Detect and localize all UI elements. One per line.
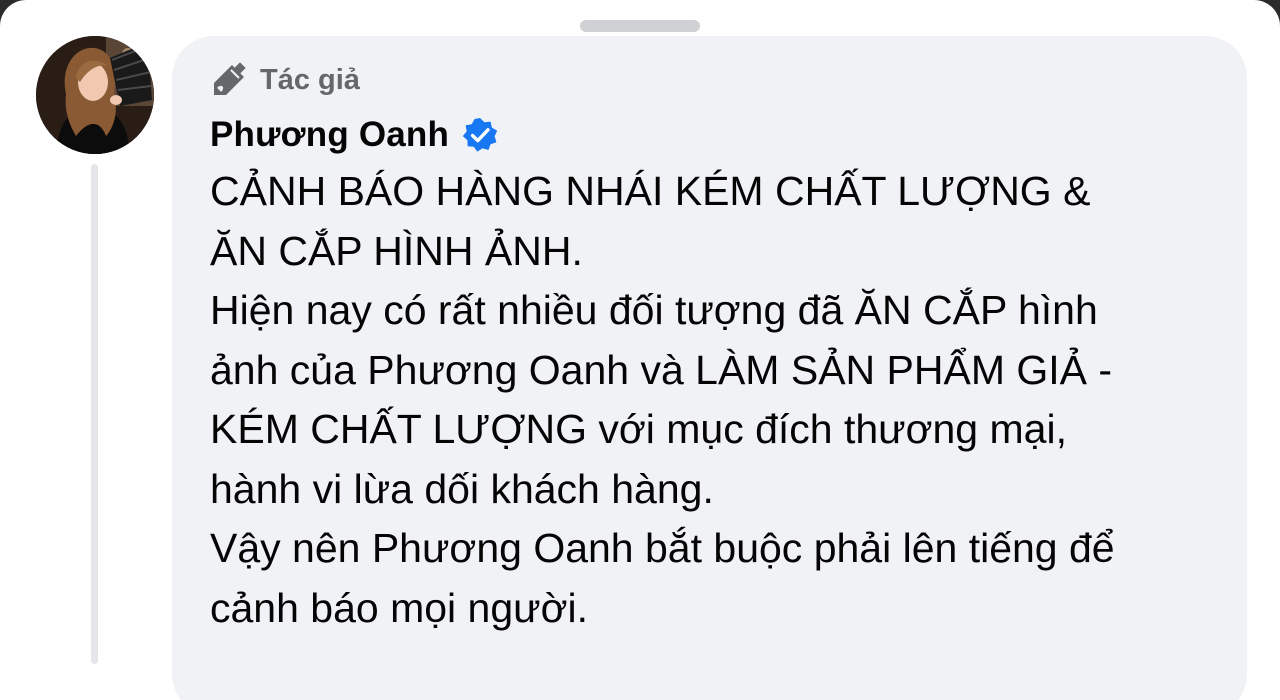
comment-text-line: Hiện nay có rất nhiều đối tượng đã ĂN CẮ… [210, 287, 1098, 333]
pen-icon [214, 62, 246, 95]
verified-badge-icon [462, 118, 498, 152]
thread-line [91, 164, 98, 664]
comment-text-line: KÉM CHẤT LƯỢNG với mục đích thương mại, [210, 406, 1067, 452]
comment-text-line: cảnh báo mọi người. [210, 584, 588, 631]
comment-text-line: Vậy nên Phương Oanh bắt buộc phải lên ti… [210, 525, 1115, 571]
author-name[interactable]: Phương Oanh [210, 115, 449, 155]
author-badge: Tác giả [210, 60, 360, 100]
comment-text-line: ĂN CẮP HÌNH ẢNH. [210, 227, 583, 274]
comment-text-line: hành vi lừa dối khách hàng. [210, 465, 714, 512]
comment-text: CẢNH BÁO HÀNG NHÁI KÉM CHẤT LƯỢNG & ĂN C… [210, 162, 1230, 638]
author-badge-label: Tác giả [260, 63, 360, 96]
comment-sheet: Tác giả Phương Oanh CẢNH BÁO HÀNG NHÁI K… [0, 0, 1280, 700]
sheet-surface: Tác giả Phương Oanh CẢNH BÁO HÀNG NHÁI K… [0, 0, 1280, 700]
author-row: Phương Oanh [210, 112, 499, 158]
comment-text-line: CẢNH BÁO HÀNG NHÁI KÉM CHẤT LƯỢNG & [210, 168, 1091, 214]
drag-handle[interactable] [580, 20, 700, 32]
avatar[interactable] [36, 36, 154, 154]
comment-text-line: ảnh của Phương Oanh và LÀM SẢN PHẨM GIẢ … [210, 346, 1113, 393]
avatar-photo [36, 36, 154, 154]
